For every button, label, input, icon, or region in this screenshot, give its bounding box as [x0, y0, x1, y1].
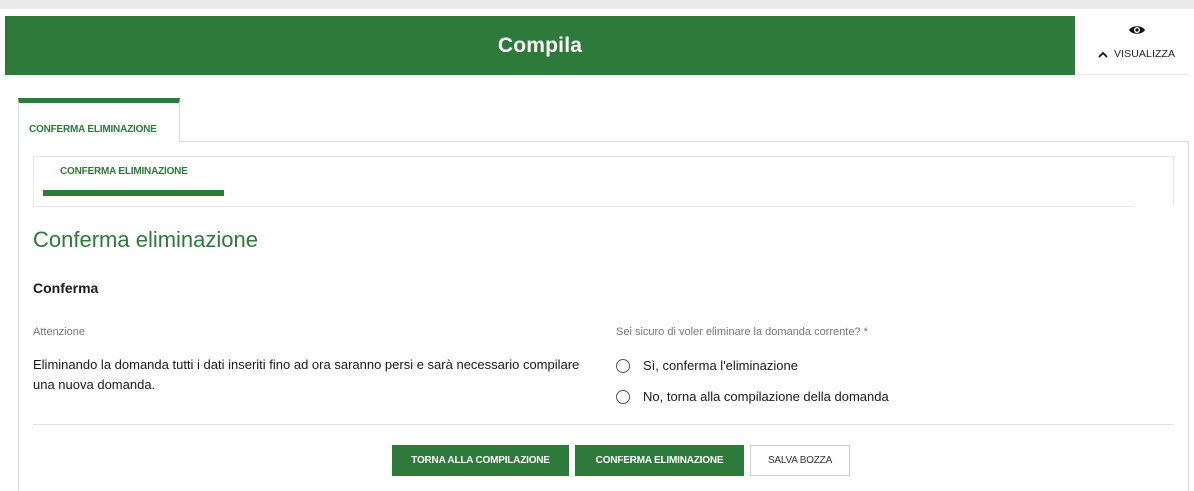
section-title: Conferma [33, 280, 99, 296]
radio-button[interactable] [616, 358, 630, 373]
top-strip [0, 0, 1194, 9]
form-divider [33, 424, 1174, 425]
subnav-active-indicator [43, 190, 224, 196]
radio-option-confirm[interactable]: Sì, conferma l'eliminazione [616, 358, 798, 373]
chevron-up-icon [1098, 51, 1108, 58]
confirm-delete-button[interactable]: CONFERMA ELIMINAZIONE [575, 445, 744, 476]
question-label: Sei sicuro di voler eliminare la domanda… [616, 326, 868, 338]
content-border-left [18, 141, 19, 491]
radio-button[interactable] [616, 389, 630, 404]
page-header: Compila [5, 16, 1075, 75]
visualizza-label: VISUALIZZA [1114, 48, 1176, 60]
tab-conferma-eliminazione[interactable]: CONFERMA ELIMINAZIONE [18, 98, 180, 142]
subnav-item-label: CONFERMA ELIMINAZIONE [60, 166, 188, 177]
radio-option-back[interactable]: No, torna alla compilazione della domand… [616, 389, 889, 404]
visualizza-toggle[interactable]: VISUALIZZA [1098, 48, 1175, 60]
warning-text: Eliminando la domanda tutti i dati inser… [33, 357, 580, 392]
content-border-right [1188, 141, 1189, 491]
back-to-form-button[interactable]: TORNA ALLA COMPILAZIONE [392, 445, 569, 476]
eye-icon [1129, 26, 1145, 34]
sub-navigation-line [33, 206, 1135, 207]
subnav-item-conferma-eliminazione[interactable]: CONFERMA ELIMINAZIONE [43, 156, 224, 197]
save-draft-button[interactable]: SALVA BOZZA [750, 445, 850, 476]
page-title: Conferma eliminazione [33, 227, 258, 252]
radio-label: Sì, conferma l'eliminazione [643, 358, 798, 373]
radio-label: No, torna alla compilazione della domand… [643, 389, 889, 404]
warning-label: Attenzione [33, 326, 85, 338]
tab-label: CONFERMA ELIMINAZIONE [29, 124, 157, 135]
tab-bar-line [179, 141, 1188, 142]
header-title: Compila [497, 33, 583, 57]
